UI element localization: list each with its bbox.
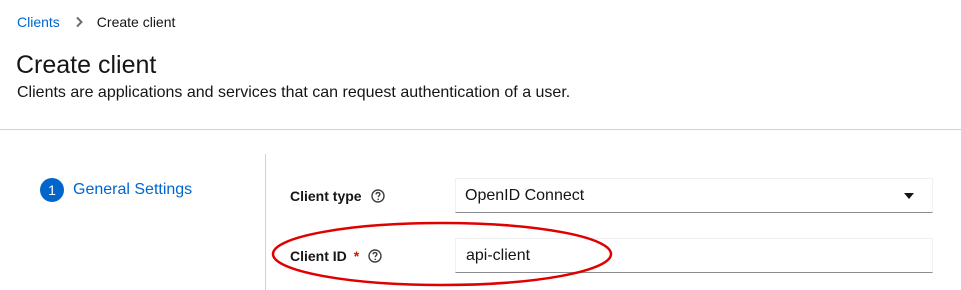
breadcrumb: Clients Create client [17,14,175,30]
page-title: Create client [16,51,157,79]
chevron-right-icon [71,14,87,30]
header-divider [0,129,961,130]
step-label: General Settings [73,181,193,198]
step-number-badge: 1 [40,178,64,202]
caret-down-icon [904,193,914,199]
wizard-nav-divider [265,154,266,290]
help-circle-icon[interactable] [368,249,382,263]
client-type-label: Client type [290,188,385,204]
client-id-label: Client ID * [290,248,382,264]
help-circle-icon[interactable] [370,189,385,203]
breadcrumb-clients-link[interactable]: Clients [17,14,60,30]
client-id-label-text: Client ID [290,248,347,264]
required-marker: * [353,248,360,264]
client-type-select[interactable]: OpenID Connect [455,178,933,213]
wizard-step-general-settings[interactable]: 1 General Settings [40,178,192,202]
client-type-label-text: Client type [290,188,362,204]
page-subtitle: Clients are applications and services th… [17,84,571,101]
client-type-selected-value: OpenID Connect [465,186,585,204]
breadcrumb-current: Create client [96,14,176,30]
client-id-input[interactable] [455,238,933,273]
